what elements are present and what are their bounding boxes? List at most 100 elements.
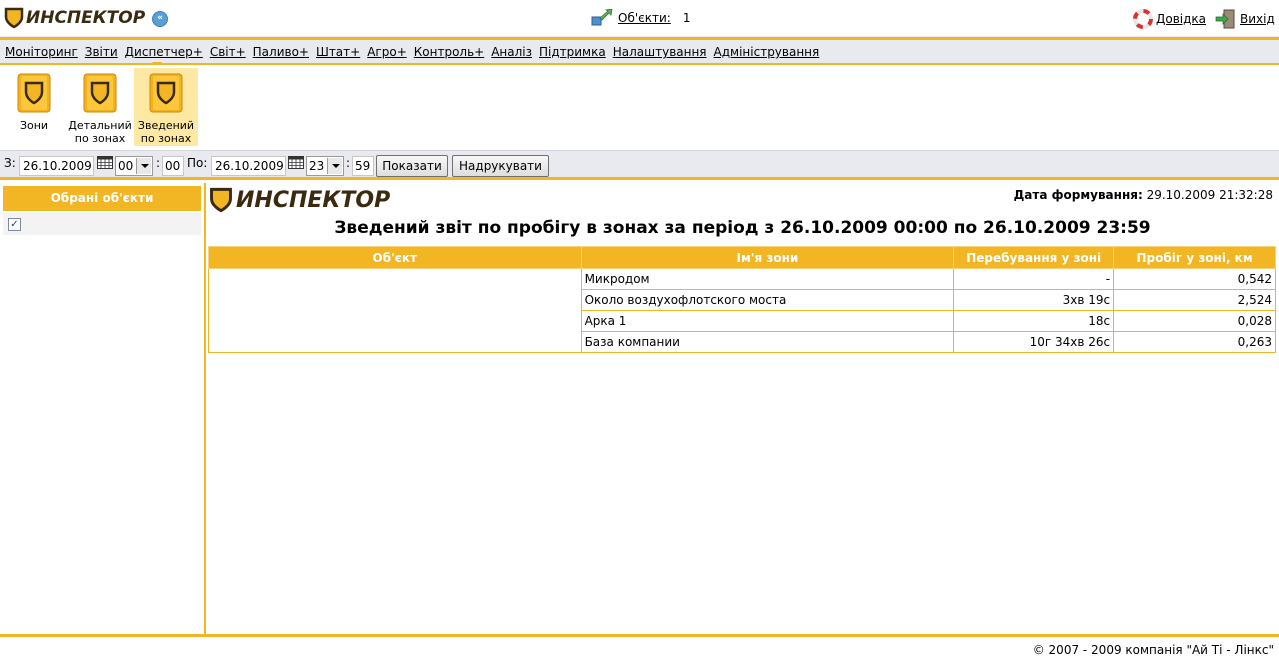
app-logo[interactable]: ИНСПЕКТОР	[4, 7, 145, 29]
lifebuoy-icon	[1133, 9, 1153, 29]
table-header-row: Об'єкт Ім'я зони Перебування у зоні Проб…	[208, 246, 1276, 269]
menu-item-staff[interactable]: Штат+	[316, 45, 360, 59]
menu-item-label: Налаштування	[612, 45, 707, 59]
tool-label: Зони	[19, 119, 49, 132]
report-folder-icon	[17, 73, 51, 113]
menu-item-dispatcher[interactable]: Диспетчер+	[125, 45, 203, 59]
tool-summary-by-zones[interactable]: Зведений по зонах	[134, 68, 198, 146]
objects-link[interactable]: Об'єкти:	[618, 11, 671, 25]
report-logo: ИНСПЕКТОР	[209, 187, 390, 213]
time-separator: :	[346, 156, 351, 170]
menu-item-reports[interactable]: Звіти	[85, 45, 118, 59]
to-date-input[interactable]: 26.10.2009	[211, 156, 286, 176]
menu-item-label: Світ+	[209, 45, 246, 59]
help-link[interactable]: Довідка	[1156, 12, 1206, 26]
exit-door-icon	[1215, 9, 1235, 29]
menu-item-monitoring[interactable]: Моніторинг	[5, 45, 78, 59]
report-title: Зведений звіт по пробігу в зонах за пері…	[334, 218, 1151, 238]
objects-count: 1	[682, 11, 691, 25]
menu-item-label: Моніторинг	[5, 45, 78, 59]
from-minute-input[interactable]: 00	[162, 156, 184, 176]
report-toolbar: Зони Детальний по зонах Зведений по зона…	[0, 65, 1279, 150]
zone-name-cell: Арка 1	[580, 310, 955, 332]
menu-item-label: Адміністрування	[713, 45, 820, 59]
tool-label-line1: Детальний	[68, 119, 132, 132]
selected-objects-title: Обрані об'єкти	[3, 186, 201, 211]
report-area: ИНСПЕКТОР Дата формування: 29.10.2009 21…	[206, 183, 1279, 634]
exit-link-box[interactable]: Вихід	[1215, 9, 1275, 29]
col-header-object[interactable]: Об'єкт	[208, 246, 582, 269]
shield-logo-icon	[4, 7, 24, 29]
chevron-down-icon	[327, 158, 342, 174]
to-label: По:	[187, 156, 208, 170]
tool-label-line1: Зведений	[137, 119, 195, 132]
menu-item-label: Штат+	[315, 45, 361, 59]
col-header-mileage[interactable]: Пробіг у зоні, км	[1113, 246, 1276, 269]
menu-item-label: Звіти	[84, 45, 118, 59]
main-menu: Моніторинг Звіти Диспетчер+ Світ+ Паливо…	[0, 37, 1279, 65]
mileage-cell: 2,524	[1113, 289, 1276, 311]
calendar-icon[interactable]	[288, 156, 304, 169]
report-folder-icon	[83, 73, 117, 113]
stay-cell: 18с	[953, 310, 1115, 332]
footer: © 2007 - 2009 компанія "Ай Ті - Лінкс"	[0, 634, 1279, 661]
report-folder-icon	[149, 73, 183, 113]
help-link-box[interactable]: Довідка	[1133, 9, 1206, 29]
report-table: Об'єкт Ім'я зони Перебування у зоні Проб…	[208, 246, 1276, 353]
stay-cell: 3хв 19с	[953, 289, 1115, 311]
menu-item-label: Підтримка	[539, 45, 606, 59]
stay-cell: 10г 34хв 26с	[953, 331, 1115, 353]
mileage-cell: 0,542	[1113, 268, 1276, 290]
menu-item-label: Агро+	[367, 45, 407, 59]
generation-date: Дата формування: 29.10.2009 21:32:28	[1014, 188, 1273, 202]
table-row: Микродом - 0,542	[208, 268, 1276, 353]
calendar-icon[interactable]	[97, 156, 113, 169]
to-hour-select[interactable]: 23	[306, 156, 344, 176]
show-button[interactable]: Показати	[376, 155, 448, 177]
object-row[interactable]: ✓	[3, 213, 201, 235]
menu-item-label: Аналіз	[491, 45, 532, 59]
from-hour-value: 00	[118, 159, 134, 173]
menu-item-control[interactable]: Контроль+	[414, 45, 484, 59]
date-filter-bar: З: 26.10.2009 00 : 00 По: 26.10.2009 23 …	[0, 150, 1279, 180]
col-header-stay[interactable]: Перебування у зоні	[953, 246, 1115, 269]
collapse-header-icon[interactable]: «	[152, 11, 168, 27]
zone-name-cell: Около воздухофлотского моста	[580, 289, 955, 311]
selected-objects-panel: Обрані об'єкти ✓	[0, 183, 206, 634]
from-label: З:	[4, 156, 16, 170]
objects-arrows-icon	[591, 9, 613, 26]
zone-name-cell: База компании	[580, 331, 955, 353]
app-header: ИНСПЕКТОР « Об'єкти: 1 Довідка Вихід	[0, 0, 1279, 37]
menu-item-administration[interactable]: Адміністрування	[714, 45, 820, 59]
tool-label-line2: по зонах	[74, 132, 126, 145]
tool-label-line2: по зонах	[140, 132, 192, 145]
mileage-cell: 0,028	[1113, 310, 1276, 332]
tool-zones[interactable]: Зони	[2, 68, 66, 146]
tool-detailed-by-zones[interactable]: Детальний по зонах	[68, 68, 132, 146]
from-date-input[interactable]: 26.10.2009	[19, 156, 94, 176]
zone-name-cell: Микродом	[580, 268, 955, 290]
menu-item-agro[interactable]: Агро+	[367, 45, 407, 59]
to-minute-input[interactable]: 59	[352, 156, 374, 176]
menu-item-label: Паливо+	[252, 45, 309, 59]
menu-item-settings[interactable]: Налаштування	[613, 45, 707, 59]
object-name-cell	[208, 268, 582, 353]
menu-item-label: Диспетчер+	[124, 45, 203, 59]
print-button[interactable]: Надрукувати	[452, 155, 549, 177]
shield-logo-icon	[210, 187, 232, 213]
stay-cell: -	[953, 268, 1115, 290]
to-hour-value: 23	[309, 159, 325, 173]
from-hour-select[interactable]: 00	[115, 156, 153, 176]
menu-item-label: Контроль+	[413, 45, 485, 59]
object-checkbox[interactable]: ✓	[8, 218, 21, 231]
col-header-zone-name[interactable]: Ім'я зони	[580, 246, 955, 269]
time-separator: :	[156, 156, 161, 170]
menu-item-analysis[interactable]: Аналіз	[491, 45, 532, 59]
exit-link[interactable]: Вихід	[1240, 12, 1275, 26]
menu-item-fuel[interactable]: Паливо+	[253, 45, 309, 59]
mileage-cell: 0,263	[1113, 331, 1276, 353]
copyright-text: © 2007 - 2009 компанія "Ай Ті - Лінкс"	[1032, 643, 1274, 657]
menu-item-svit[interactable]: Світ+	[210, 45, 246, 59]
logo-text: ИНСПЕКТОР	[26, 8, 146, 28]
menu-item-support[interactable]: Підтримка	[539, 45, 606, 59]
